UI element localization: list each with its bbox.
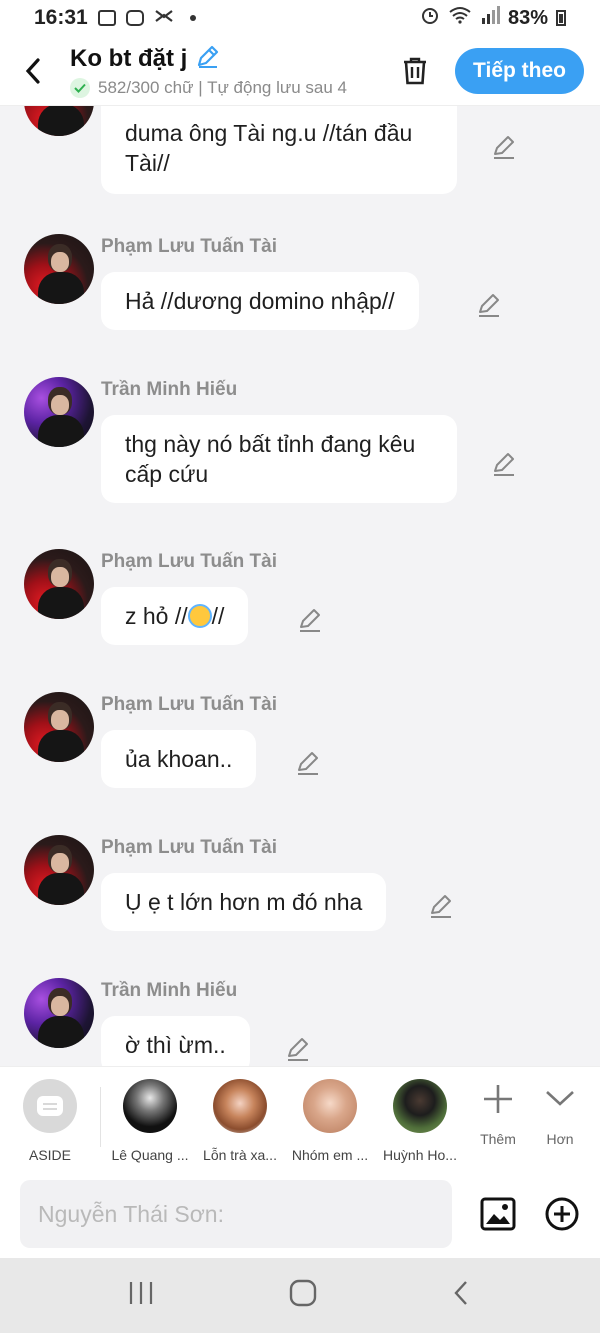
trash-icon (404, 57, 427, 84)
message-bubble[interactable]: thg này nó bất tỉnh đang kêu cấp cứu (101, 415, 457, 503)
contact-item[interactable]: Huỳnh Ho... (375, 1079, 465, 1163)
avatar[interactable] (24, 835, 94, 905)
input-placeholder: Nguyễn Thái Sơn: (38, 1200, 224, 1227)
system-nav-bar (0, 1258, 600, 1333)
recent-apps-button[interactable] (127, 1280, 155, 1311)
add-button[interactable] (544, 1196, 580, 1232)
aside-icon (23, 1079, 77, 1133)
sender-name: Phạm Lưu Tuấn Tài (101, 837, 277, 858)
delete-button[interactable] (395, 51, 435, 91)
avatar[interactable] (24, 549, 94, 619)
chat-area[interactable]: duma ông Tài ng.u //tán đầu Tài// Phạm L… (0, 106, 600, 1066)
edit-message-icon[interactable] (476, 292, 502, 318)
input-bar: Nguyễn Thái Sơn: (0, 1170, 600, 1258)
contact-name: ASIDE (28, 1147, 71, 1163)
recent-apps-icon (129, 1282, 152, 1304)
edit-message-icon[interactable] (295, 750, 321, 776)
edit-message-icon[interactable] (297, 607, 323, 633)
avatar (393, 1079, 447, 1133)
character-selector: ASIDE Lê Quang ... Lỗn trà xa... Nhóm em… (0, 1066, 600, 1170)
gallery-icon (97, 10, 116, 26)
avatar[interactable] (24, 377, 94, 447)
home-button[interactable] (288, 1278, 318, 1313)
page-title[interactable]: Ko bt đặt j (70, 45, 187, 73)
contact-name: Lê Quang ... (111, 1147, 189, 1163)
message-bubble[interactable]: ủa khoan.. (101, 730, 257, 788)
message-text-before: z hỏ // (125, 603, 188, 629)
insert-image-button[interactable] (480, 1196, 516, 1232)
contact-name: Nhóm em ... (291, 1147, 369, 1163)
avatar (213, 1079, 267, 1133)
avatar[interactable] (24, 106, 94, 136)
message-bubble[interactable]: z hỏ // // (101, 587, 249, 645)
capcut-icon (154, 7, 174, 30)
sender-name: Phạm Lưu Tuấn Tài (101, 236, 277, 257)
avatar (123, 1079, 177, 1133)
home-icon (289, 1279, 317, 1307)
sender-name: Phạm Lưu Tuấn Tài (101, 694, 277, 715)
wifi-icon (448, 6, 472, 30)
avatar (303, 1079, 357, 1133)
message-bubble[interactable]: duma ông Tài ng.u //tán đầu Tài// (101, 106, 457, 194)
header: Ko bt đặt j 582/300 chữ | Tự động lưu sa… (0, 36, 600, 106)
check-icon (70, 78, 90, 98)
word-count-status: 582/300 chữ | Tự động lưu sau 4 (98, 78, 348, 97)
edit-message-icon[interactable] (491, 134, 517, 160)
next-button[interactable]: Tiếp theo (455, 47, 584, 94)
status-bar: 16:31 83% (0, 0, 600, 36)
contact-item[interactable]: Lê Quang ... (105, 1079, 195, 1163)
message-bubble[interactable]: Hả //dương domino nhập// (101, 272, 419, 330)
message-text: Hả //dương domino nhập// (125, 288, 395, 314)
avatar[interactable] (24, 692, 94, 762)
alarm-icon (420, 5, 440, 31)
instagram-icon (125, 10, 144, 26)
chevron-down-icon (546, 1091, 574, 1106)
battery-icon (556, 10, 566, 26)
more-label: Hơn (546, 1131, 574, 1147)
contact-item[interactable]: Lỗn trà xa... (195, 1079, 285, 1163)
status-time: 16:31 (34, 6, 88, 29)
message-text-after: // (211, 603, 225, 629)
system-back-button[interactable] (451, 1278, 473, 1313)
image-icon (480, 1197, 516, 1231)
message-text: duma ông Tài ng.u //tán đầu Tài// (125, 120, 413, 176)
plus-icon (484, 1085, 512, 1113)
contact-aside[interactable]: ASIDE (0, 1079, 100, 1163)
add-contact-button[interactable]: Thêm (467, 1079, 529, 1147)
edit-message-icon[interactable] (428, 893, 454, 919)
message-text: thg này nó bất tỉnh đang kêu cấp cứu (125, 431, 416, 487)
battery-percent: 83% (507, 6, 548, 29)
contact-item[interactable]: Nhóm em ... (285, 1079, 375, 1163)
message-text: ủa khoan.. (125, 746, 233, 772)
more-contacts-button[interactable]: Hơn (529, 1079, 591, 1147)
edit-message-icon[interactable] (491, 451, 517, 477)
edit-title-icon[interactable] (195, 43, 221, 74)
sender-name: Trần Minh Hiếu (101, 379, 238, 400)
sender-name: Phạm Lưu Tuấn Tài (101, 551, 277, 572)
plus-circle-icon (545, 1197, 579, 1231)
message-input[interactable]: Nguyễn Thái Sơn: (20, 1180, 452, 1248)
message-text: Ụ ẹ t lớn hơn m đó nha (125, 889, 363, 915)
notification-dot-icon (189, 15, 196, 21)
title-block: Ko bt đặt j 582/300 chữ | Tự động lưu sa… (62, 43, 395, 98)
sender-name: Trần Minh Hiếu (101, 980, 238, 1001)
avatar[interactable] (24, 978, 94, 1048)
message-bubble[interactable]: ờ thì ừm.. (101, 1016, 250, 1066)
message-text: ờ thì ừm.. (125, 1032, 226, 1058)
contact-name: Lỗn trà xa... (203, 1147, 277, 1163)
contact-name: Huỳnh Ho... (383, 1147, 457, 1163)
signal-icon (480, 6, 500, 30)
divider (100, 1087, 101, 1147)
avatar[interactable] (24, 234, 94, 304)
add-label: Thêm (480, 1131, 516, 1147)
back-arrow-icon (454, 1281, 468, 1305)
back-button[interactable] (6, 36, 62, 106)
smiling-face-with-halo-emoji (187, 604, 212, 628)
edit-message-icon[interactable] (285, 1036, 311, 1062)
message-bubble[interactable]: Ụ ẹ t lớn hơn m đó nha (101, 873, 387, 931)
chevron-left-icon (25, 57, 40, 84)
